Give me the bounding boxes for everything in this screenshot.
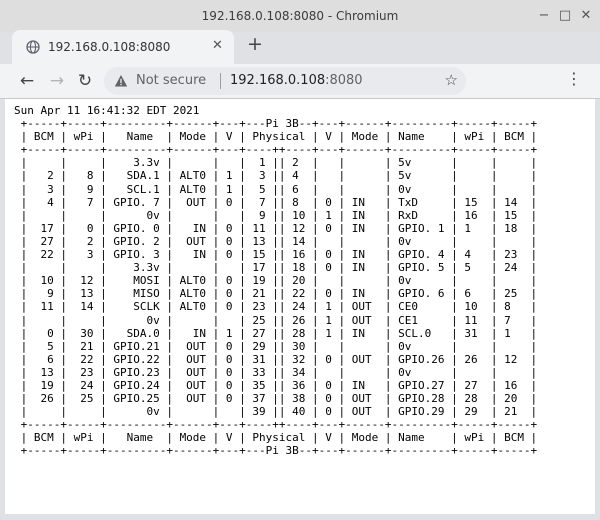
maximize-button[interactable]: □ xyxy=(556,7,574,25)
output-line: | | | 3.3v | | | 1 || 2 | | | 5v | | | xyxy=(14,156,538,170)
warning-triangle-icon[interactable] xyxy=(114,74,128,88)
output-line: | 3 | 9 | SCL.1 | ALT0 | 1 | 5 || 6 | | … xyxy=(14,182,538,196)
output-line: | 4 | 7 | GPIO. 7 | OUT | 0 | 7 || 8 | 0… xyxy=(14,195,538,209)
output-line: | | | 0v | | | 39 || 40 | 0 | OUT | GPIO… xyxy=(14,405,538,419)
output-line: | | | 0v | | | 9 || 10 | 1 | IN | RxD | … xyxy=(14,208,538,222)
tab-title: 192.168.0.108:8080 xyxy=(48,40,171,54)
forward-button[interactable]: → xyxy=(46,70,68,92)
close-tab-button[interactable]: ✕ xyxy=(212,38,223,53)
omnibox-separator xyxy=(220,73,221,89)
url-port: :8080 xyxy=(325,73,363,88)
output-line: +-----+-----+---------+------+---+---Pi … xyxy=(14,444,538,458)
output-line: | 13 | 23 | GPIO.23 | OUT | 0 | 33 || 34… xyxy=(14,365,538,379)
url-host: 192.168.0.108 xyxy=(230,73,326,88)
globe-icon xyxy=(26,40,40,54)
output-line: Sun Apr 11 16:41:32 EDT 2021 xyxy=(14,104,200,117)
gpio-readall-output: Sun Apr 11 16:41:32 EDT 2021 +-----+----… xyxy=(14,104,537,458)
output-line: | 11 | 14 | SCLK | ALT0 | 0 | 23 || 24 |… xyxy=(14,300,538,314)
output-line: | BCM | wPi | Name | Mode | V | Physical… xyxy=(14,431,538,445)
minimize-button[interactable]: − xyxy=(535,7,553,25)
url-text[interactable]: 192.168.0.108:8080 xyxy=(230,73,363,88)
output-line: | 0 | 30 | SDA.0 | IN | 1 | 27 || 28 | 1… xyxy=(14,326,538,340)
menu-kebab-icon[interactable]: ⋮ xyxy=(565,69,583,88)
output-line: | 5 | 21 | GPIO.21 | OUT | 0 | 29 || 30 … xyxy=(14,339,538,353)
output-line: | 19 | 24 | GPIO.24 | OUT | 0 | 35 || 36… xyxy=(14,378,538,392)
output-line: | BCM | wPi | Name | Mode | V | Physical… xyxy=(14,130,538,144)
output-line: | 22 | 3 | GPIO. 3 | IN | 0 | 15 || 16 |… xyxy=(14,248,538,262)
tab-active[interactable]: 192.168.0.108:8080 ✕ xyxy=(12,30,234,64)
output-line: | 17 | 0 | GPIO. 0 | IN | 0 | 11 || 12 |… xyxy=(14,221,538,235)
toolbar: ← → ↻ Not secure 192.168.0.108:8080 ☆ ⋮ xyxy=(0,64,600,99)
output-line: +-----+-----+---------+------+---+----++… xyxy=(14,143,538,157)
page-content: Sun Apr 11 16:41:32 EDT 2021 +-----+----… xyxy=(5,99,595,514)
browser-window: 192.168.0.108:8080 - Chromium − □ ✕ 192.… xyxy=(0,0,600,520)
close-window-button[interactable]: ✕ xyxy=(577,7,595,25)
output-line: | 9 | 13 | MISO | ALT0 | 0 | 21 || 22 | … xyxy=(14,287,538,301)
output-line: | 2 | 8 | SDA.1 | ALT0 | 1 | 3 || 4 | | … xyxy=(14,169,538,183)
new-tab-button[interactable]: + xyxy=(244,33,266,55)
output-line: | 10 | 12 | MOSI | ALT0 | 0 | 19 || 20 |… xyxy=(14,274,538,288)
output-line: +-----+-----+---------+------+---+---Pi … xyxy=(14,117,538,131)
reload-button[interactable]: ↻ xyxy=(74,70,96,92)
address-bar[interactable]: Not secure 192.168.0.108:8080 ☆ xyxy=(104,67,466,95)
output-line: | 27 | 2 | GPIO. 2 | OUT | 0 | 13 || 14 … xyxy=(14,234,538,248)
bookmark-star-icon[interactable]: ☆ xyxy=(445,71,458,89)
output-line: | | | 0v | | | 25 || 26 | 1 | OUT | CE1 … xyxy=(14,313,538,327)
output-line: | | | 3.3v | | | 17 || 18 | 0 | IN | GPI… xyxy=(14,261,538,275)
window-title: 192.168.0.108:8080 - Chromium xyxy=(201,9,399,23)
output-line: | 26 | 25 | GPIO.25 | OUT | 0 | 37 || 38… xyxy=(14,392,538,406)
back-button[interactable]: ← xyxy=(16,70,38,92)
not-secure-label[interactable]: Not secure xyxy=(136,73,206,88)
output-line: +-----+-----+---------+------+---+----++… xyxy=(14,418,538,432)
output-line: | 6 | 22 | GPIO.22 | OUT | 0 | 31 || 32 … xyxy=(14,352,538,366)
tab-strip: 192.168.0.108:8080 ✕ + xyxy=(0,24,600,64)
